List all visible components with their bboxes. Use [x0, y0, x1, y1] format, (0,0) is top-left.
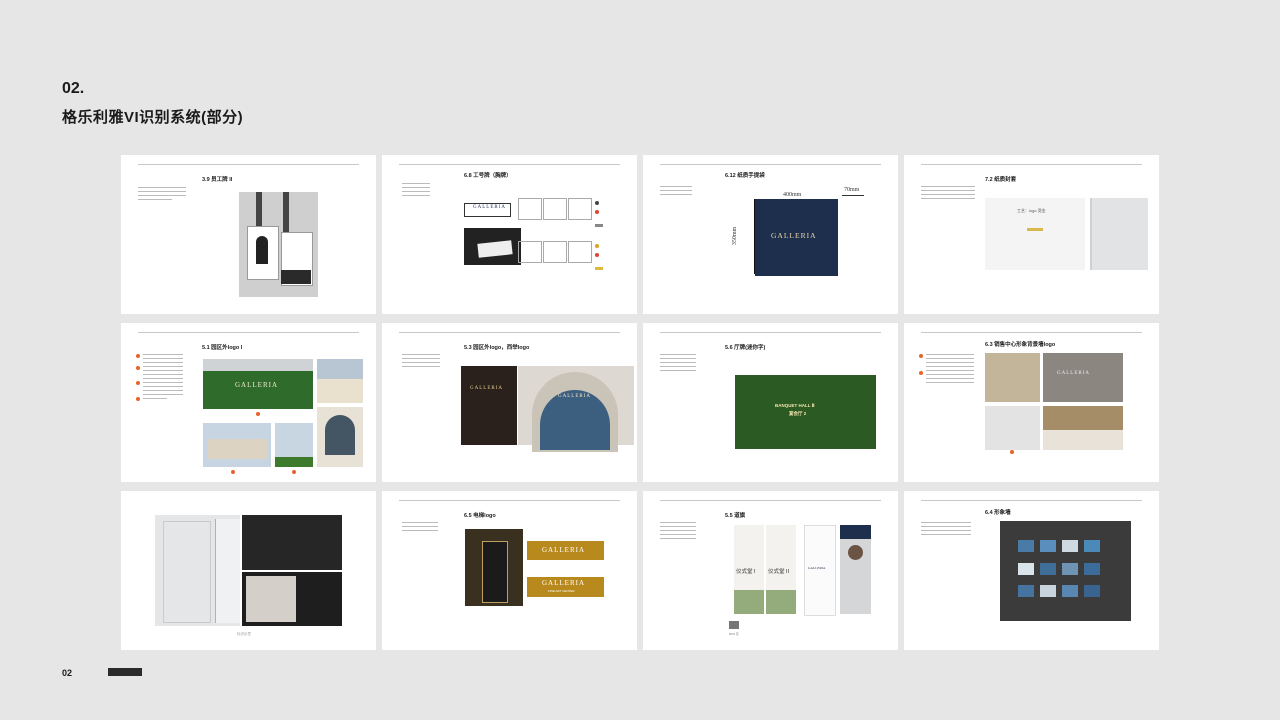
banner-2: 仪式堂 II [766, 525, 796, 614]
garden-sign-photo: GALLERIA [203, 359, 313, 409]
card-title: 6.12 纸质手提袋 [725, 173, 765, 179]
gold-logo-plate-2: GALLERIA FINE ART CENTER [527, 577, 604, 597]
green-wall-photo: BANQUET HALL Ⅱ 宴会厅 2 [735, 375, 876, 449]
badge-card-photo [464, 228, 521, 265]
craft-note: 工艺：logo 烫金 [1017, 208, 1046, 213]
dim-height-label: 350mm [732, 226, 739, 246]
door-photo-1 [155, 515, 240, 626]
page-bar [108, 668, 142, 676]
vi-card-7-2[interactable]: 7.2 纸质封套 工艺：logo 烫金 [904, 155, 1159, 314]
vi-card-6-8[interactable]: 6.8 工号牌（胸牌） GALLERIA [382, 155, 637, 314]
page-number: 02 [62, 668, 73, 678]
section-number: 02. [62, 80, 85, 97]
vi-card-door[interactable]: 标识示意 [121, 491, 376, 650]
vi-card-5-1[interactable]: 5.1 园区外logo I GALLERIA [121, 323, 376, 482]
card-title: 6.4 形象墙 [985, 510, 1011, 516]
card-title: 7.2 纸质封套 [985, 177, 1017, 183]
card-title: 3.9 员工牌 II [202, 177, 233, 183]
dim-width-label: 400mm [783, 192, 802, 198]
vi-card-3-9[interactable]: · 3.9 员工牌 II [121, 155, 376, 314]
card-title: 6.3 销售中心形象背景墙logo [985, 342, 1056, 348]
image-wall-photo [1000, 521, 1131, 621]
card-title: 5.1 园区外logo I [202, 345, 243, 351]
vi-card-5-3[interactable]: 5.3 园区外logo，西举logo GALLERIA GALLERIA [382, 323, 637, 482]
arch-facade-photo: GALLERIA [518, 366, 634, 452]
thumbnail-grid: · 3.9 员工牌 II 6.8 工号牌（胸牌） GALLERIA 6.12 纸… [121, 155, 1159, 650]
gray-swatch [729, 621, 739, 629]
card-title: 5.3 园区外logo，西举logo [464, 345, 530, 351]
wall-sign-photo: GALLERIA [1043, 353, 1123, 402]
banner-1: 仪式堂 I [734, 525, 764, 614]
envelope-stack [1090, 198, 1148, 270]
vi-card-5-6[interactable]: 5.6 厅牌(迷你字) BANQUET HALL Ⅱ 宴会厅 2 [643, 323, 898, 482]
vi-card-6-5[interactable]: 6.5 电梯logo GALLERIA GALLERIA FINE ART CE… [382, 491, 637, 650]
vi-card-6-3[interactable]: 6.3 销售中心形象背景墙logo GALLERIA [904, 323, 1159, 482]
vi-card-5-5[interactable]: 5.5 道旗 仪式堂 I 仪式堂 II GALLERIA 50% 灰 [643, 491, 898, 650]
envelope-open: 工艺：logo 烫金 [985, 198, 1085, 270]
swatch-label: 50% 灰 [729, 632, 739, 636]
badge-white: GALLERIA [464, 203, 511, 217]
card-title: 6.5 电梯logo [464, 513, 496, 519]
elevator-photo [465, 529, 523, 606]
vi-card-6-4[interactable]: 6.4 形象墙 [904, 491, 1159, 650]
door-caption: 标识示意 [237, 632, 251, 636]
card-title: 5.6 厅牌(迷你字) [725, 345, 766, 351]
banner-4 [840, 525, 871, 614]
gold-logo-plate-1: GALLERIA [527, 541, 604, 560]
lanyard-badge-photo [239, 192, 318, 297]
night-sign-photo: GALLERIA [461, 366, 517, 445]
paper-bag-navy: GALLERIA [755, 199, 838, 276]
section-title: 格乐利雅VI识别系统(部分) [62, 109, 244, 126]
dim-depth-label: 70mm [844, 187, 860, 193]
banner-3: GALLERIA [804, 525, 836, 616]
card-title: 6.8 工号牌（胸牌） [464, 173, 512, 179]
card-title: 5.5 道旗 [725, 513, 746, 519]
vi-card-6-12[interactable]: 6.12 纸质手提袋 400mm 70mm 350mm GALLERIA [643, 155, 898, 314]
